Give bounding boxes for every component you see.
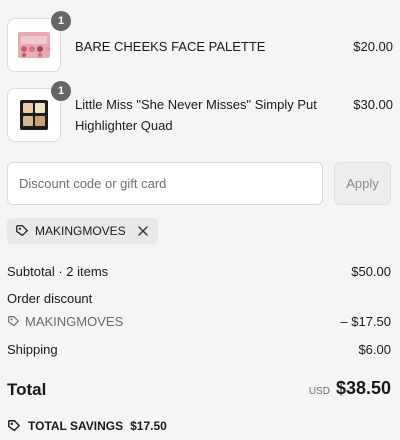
discount-value: – $17.50 — [340, 314, 391, 329]
total-savings-value: $17.50 — [130, 419, 167, 433]
total-value: $38.50 — [335, 378, 391, 398]
remove-discount-icon[interactable] — [136, 224, 150, 238]
apply-button[interactable]: Apply — [334, 162, 391, 205]
item-name-line2: Highlighter Quad — [75, 118, 173, 133]
discount-code-input[interactable] — [7, 162, 323, 205]
total-row: Total USD $38.50 — [7, 378, 391, 402]
item-name: BARE CHEEKS FACE PALETTE — [75, 39, 266, 54]
shipping-label: Shipping — [7, 342, 58, 357]
line-item: 1 Little Miss "She Never Misses" Simply … — [7, 81, 393, 148]
item-name-line1: Little Miss "She Never Misses" Simply Pu… — [75, 97, 317, 112]
applied-code-text: MAKINGMOVES — [35, 224, 126, 238]
total-savings-row: TOTAL SAVINGS $17.50 — [7, 419, 391, 433]
tag-icon — [8, 420, 20, 432]
shipping-value: $6.00 — [358, 342, 391, 357]
item-price: $20.00 — [353, 39, 393, 54]
total-label: Total — [7, 380, 47, 399]
subtotal-value: $50.00 — [351, 264, 391, 279]
order-discount-label: Order discount — [7, 291, 93, 306]
quantity-badge: 1 — [51, 81, 71, 101]
subtotal-label: Subtotal · 2 items — [7, 264, 109, 279]
item-price: $30.00 — [353, 97, 393, 112]
total-savings-label: TOTAL SAVINGS — [28, 419, 124, 433]
discount-code-label: MAKINGMOVES — [25, 314, 124, 329]
tag-icon — [8, 316, 19, 327]
tag-icon — [16, 225, 28, 236]
quantity-badge: 1 — [51, 11, 71, 31]
item-name: Little Miss "She Never Misses" Simply Pu… — [75, 94, 317, 136]
applied-discount-chip: MAKINGMOVES — [7, 218, 158, 244]
currency-label: USD — [308, 386, 330, 397]
line-item: 1 BARE CHEEKS FACE PALETTE $20.00 — [7, 11, 393, 74]
